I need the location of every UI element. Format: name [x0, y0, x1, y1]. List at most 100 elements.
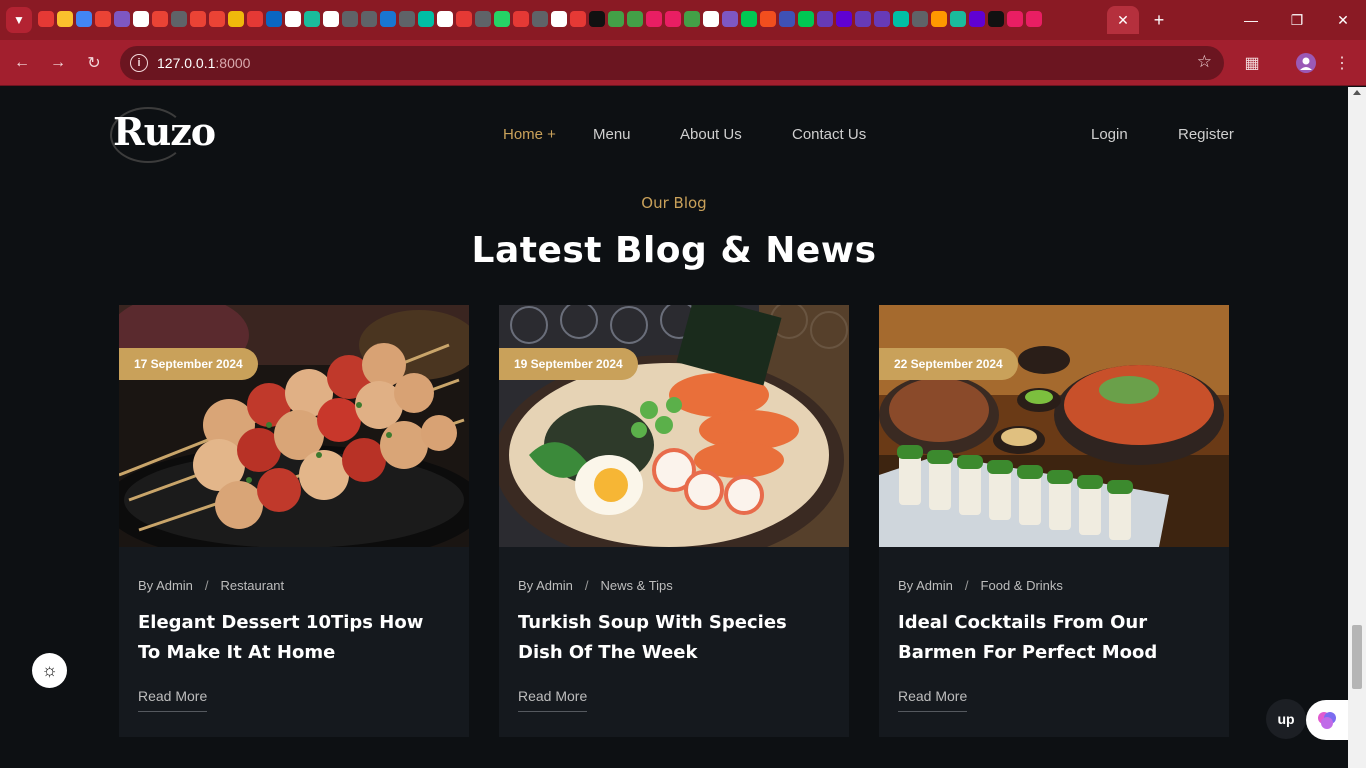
reload-button[interactable]: ↻ — [80, 49, 108, 77]
tab-search-button[interactable]: ▼ — [6, 7, 32, 33]
pinned-tab-favicon[interactable] — [209, 11, 225, 27]
new-tab-button[interactable]: + — [1146, 8, 1172, 32]
pinned-tab-favicon[interactable] — [760, 11, 776, 27]
pinned-tab-favicon[interactable] — [171, 11, 187, 27]
pinned-tab-favicon[interactable] — [950, 11, 966, 27]
restore-button[interactable]: ❐ — [1274, 0, 1320, 40]
ramen-bowl-image[interactable]: 19 September 2024 — [499, 305, 849, 547]
pinned-tab-favicon[interactable] — [399, 11, 415, 27]
pinned-tab-favicon[interactable] — [1026, 11, 1042, 27]
pinned-tab-favicon[interactable] — [931, 11, 947, 27]
pinned-tab-favicon[interactable] — [817, 11, 833, 27]
post-title[interactable]: Elegant Dessert 10Tips How To Make It At… — [138, 608, 448, 668]
pinned-tab-favicon[interactable] — [589, 11, 605, 27]
pinned-tab-favicon[interactable] — [627, 11, 643, 27]
site-info-icon[interactable]: i — [130, 54, 148, 72]
minimize-button[interactable]: — — [1228, 0, 1274, 40]
nav-home[interactable]: Home + — [503, 126, 556, 143]
pinned-tab-favicon[interactable] — [228, 11, 244, 27]
post-category[interactable]: Food & Drinks — [981, 578, 1063, 593]
sushi-platter-image[interactable]: 22 September 2024 — [879, 305, 1229, 547]
pinned-tab-favicon[interactable] — [494, 11, 510, 27]
post-title[interactable]: Ideal Cocktails From Our Barmen For Perf… — [898, 608, 1208, 668]
page-scrollbar[interactable] — [1348, 87, 1366, 768]
nav-about-us[interactable]: About Us — [680, 126, 742, 143]
pinned-tab-favicon[interactable] — [247, 11, 263, 27]
pinned-tab-favicon[interactable] — [380, 11, 396, 27]
pinned-tab-favicon[interactable] — [912, 11, 928, 27]
forward-button[interactable]: → — [44, 49, 72, 77]
pinned-tab-favicon[interactable] — [266, 11, 282, 27]
back-button[interactable]: ← — [8, 49, 36, 77]
pinned-tab-favicon[interactable] — [418, 11, 434, 27]
floating-up-button[interactable]: up — [1266, 699, 1306, 739]
read-more-link[interactable]: Read More — [898, 688, 968, 712]
pinned-tab-favicon[interactable] — [95, 11, 111, 27]
register-link[interactable]: Register — [1178, 126, 1234, 143]
pinned-tab-favicon[interactable] — [190, 11, 206, 27]
pinned-tab-favicon[interactable] — [684, 11, 700, 27]
close-window-button[interactable]: ✕ — [1320, 0, 1366, 40]
pinned-tab-favicon[interactable] — [608, 11, 624, 27]
bookmark-star-icon[interactable]: ☆ — [1197, 52, 1212, 72]
pinned-tab-favicon[interactable] — [779, 11, 795, 27]
blog-card[interactable]: 22 September 2024 By Admin / Food & Drin… — [879, 305, 1229, 737]
pinned-tab-favicon[interactable] — [741, 11, 757, 27]
pinned-tab-favicon[interactable] — [665, 11, 681, 27]
pinned-tab-favicon[interactable] — [513, 11, 529, 27]
address-bar[interactable]: i 127.0.0.1:8000 ☆ — [120, 46, 1224, 80]
pinned-tab-favicon[interactable] — [152, 11, 168, 27]
pinned-tab-favicon[interactable] — [551, 11, 567, 27]
pinned-tab-favicon[interactable] — [855, 11, 871, 27]
read-more-link[interactable]: Read More — [138, 688, 208, 712]
login-link[interactable]: Login — [1091, 126, 1128, 143]
post-author[interactable]: By Admin — [518, 578, 573, 593]
extensions-puzzle-icon[interactable]: ▦ — [1238, 49, 1266, 77]
scrollbar-thumb[interactable] — [1352, 625, 1362, 689]
scroll-up-arrow-icon[interactable] — [1353, 90, 1361, 95]
post-title[interactable]: Turkish Soup With Species Dish Of The We… — [518, 608, 828, 668]
pinned-tab-favicon[interactable] — [722, 11, 738, 27]
pinned-tab-favicon[interactable] — [133, 11, 149, 27]
address-url[interactable]: 127.0.0.1:8000 — [157, 55, 250, 71]
pinned-tab-favicon[interactable] — [114, 11, 130, 27]
pinned-tab-favicon[interactable] — [475, 11, 491, 27]
pinned-tab-favicon[interactable] — [836, 11, 852, 27]
pinned-tab-favicon[interactable] — [361, 11, 377, 27]
pinned-tab-favicon[interactable] — [703, 11, 719, 27]
pinned-tab-favicon[interactable] — [342, 11, 358, 27]
pinned-tab-favicon[interactable] — [57, 11, 73, 27]
pinned-tab-favicon[interactable] — [38, 11, 54, 27]
browser-menu-icon[interactable]: ⋮ — [1328, 49, 1356, 77]
pinned-tab-favicon[interactable] — [285, 11, 301, 27]
pinned-tab-favicon[interactable] — [969, 11, 985, 27]
pinned-tab-favicon[interactable] — [76, 11, 92, 27]
post-category[interactable]: News & Tips — [601, 578, 673, 593]
profile-avatar[interactable] — [1292, 49, 1320, 77]
pinned-tab-favicon[interactable] — [437, 11, 453, 27]
blog-card[interactable]: 19 September 2024 By Admin / News & Tips… — [499, 305, 849, 737]
pinned-tab-favicon[interactable] — [570, 11, 586, 27]
pinned-tab-favicon[interactable] — [323, 11, 339, 27]
post-author[interactable]: By Admin — [138, 578, 193, 593]
pinned-tab-favicon[interactable] — [874, 11, 890, 27]
nav-contact-us[interactable]: Contact Us — [792, 126, 866, 143]
chicken-skewers-image[interactable]: 17 September 2024 — [119, 305, 469, 547]
pinned-tab-favicon[interactable] — [532, 11, 548, 27]
pinned-tab-favicon[interactable] — [988, 11, 1004, 27]
read-more-link[interactable]: Read More — [518, 688, 588, 712]
pinned-tab-favicon[interactable] — [1007, 11, 1023, 27]
site-logo[interactable]: Ruzo — [113, 109, 216, 154]
pinned-tab-favicon[interactable] — [798, 11, 814, 27]
pinned-tab-favicon[interactable] — [893, 11, 909, 27]
active-tab-close-button[interactable]: ✕ — [1107, 6, 1139, 34]
blog-card[interactable]: 17 September 2024 By Admin / Restaurant … — [119, 305, 469, 737]
floating-assistant-button[interactable] — [1306, 700, 1348, 740]
theme-toggle-button[interactable]: ☼ — [32, 653, 67, 688]
nav-menu[interactable]: Menu — [593, 126, 631, 143]
post-author[interactable]: By Admin — [898, 578, 953, 593]
pinned-tab-favicon[interactable] — [304, 11, 320, 27]
post-category[interactable]: Restaurant — [221, 578, 285, 593]
pinned-tab-favicon[interactable] — [646, 11, 662, 27]
pinned-tab-favicon[interactable] — [456, 11, 472, 27]
